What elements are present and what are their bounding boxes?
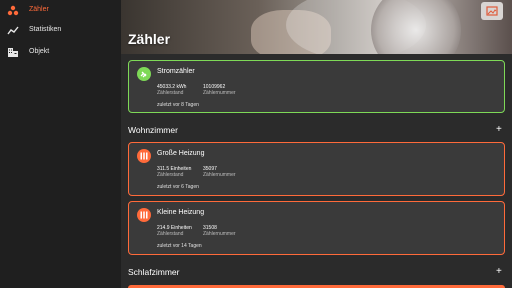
sidebar-item-zaehler[interactable]: Zähler [0,0,121,20]
meter-card-strom[interactable]: Stromzähler 45033.2 kWh Zählerstand 1010… [128,60,505,113]
meter-number-label: Zählernummer [203,231,236,237]
radiator-icon [137,149,151,163]
edit-image-button[interactable] [481,2,503,20]
meter-last-update: zuletzt vor 8 Tagen [157,102,199,108]
plug-icon [137,67,151,81]
meter-reading-label: Zählerstand [157,90,184,96]
section-title-wohnzimmer: Wohnzimmer [128,125,178,135]
sidebar-item-label: Zähler [29,6,49,13]
sidebar: Zähler Statistiken Objekt [0,0,121,288]
radiator-icon [137,208,151,222]
meter-reading-label: Zählerstand [157,172,184,178]
meter-reading-label: Zählerstand [157,231,184,237]
sidebar-item-statistiken[interactable]: Statistiken [0,20,121,40]
meter-last-update: zuletzt vor 6 Tagen [157,184,199,190]
sidebar-item-label: Statistiken [29,26,62,33]
add-meter-button[interactable]: + [496,124,502,135]
meter-name: Stromzähler [157,68,195,75]
section-title-schlafzimmer: Schlafzimmer [128,267,180,277]
chart-line-icon [7,26,19,35]
meter-icon [7,5,19,16]
meter-number-label: Zählernummer [203,90,236,96]
add-meter-button[interactable]: + [496,266,502,277]
meter-card-kleine-heizung[interactable]: Kleine Heizung 214.9 Einheiten Zählersta… [128,201,505,255]
meter-name: Kleine Heizung [157,209,205,216]
meter-card-grosse-heizung[interactable]: Große Heizung 311.5 Einheiten Zählerstan… [128,142,505,196]
meter-name: Große Heizung [157,150,205,157]
main-content: Zähler Stromzähler 45033.2 kWh Zählersta… [121,0,512,288]
edit-image-icon [486,6,498,16]
meter-last-update: zuletzt vor 14 Tagen [157,243,202,249]
building-icon [8,48,18,57]
header-image: Zähler [121,0,512,54]
sidebar-item-label: Objekt [29,48,50,55]
page-title: Zähler [128,31,171,47]
meter-number-label: Zählernummer [203,172,236,178]
sidebar-item-objekt[interactable]: Objekt [0,42,121,62]
